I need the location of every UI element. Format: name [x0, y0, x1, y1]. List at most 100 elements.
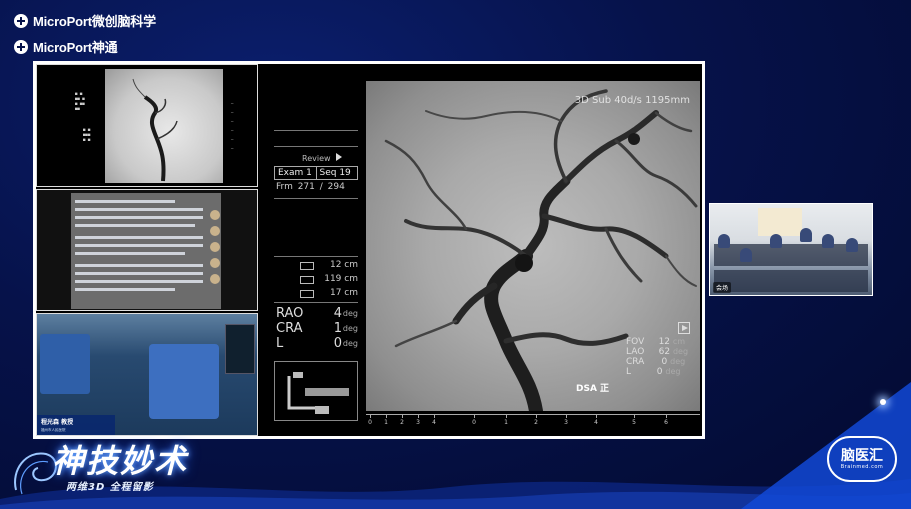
attendee	[846, 238, 858, 252]
sheet-row	[75, 272, 203, 275]
venue-tag: 会场	[713, 282, 732, 293]
program-branding: 神技妙术 两维3D 全程留影	[52, 444, 188, 493]
distance-value-1: 12 cm	[329, 260, 358, 270]
or-monitor	[225, 324, 255, 374]
rao-row: RAO 4 deg	[276, 306, 358, 321]
cra-value: 1	[333, 321, 342, 336]
deg-unit: deg	[342, 309, 358, 318]
audience-camera-feed[interactable]: 会场	[709, 203, 873, 296]
dsa-angiogram-image[interactable]: 3D Sub 40d/s 1195mm DSA 正 FOV 12 cm LAO …	[366, 81, 700, 411]
scale-tick-label: 1	[384, 419, 388, 426]
scale-tick	[474, 414, 475, 418]
scale-tick	[566, 414, 567, 418]
attendee	[740, 248, 752, 262]
sheet-row	[75, 208, 203, 211]
attendee	[800, 228, 812, 242]
divider	[274, 198, 358, 199]
sheet-row	[75, 224, 195, 227]
sheet-row	[75, 200, 175, 203]
deg-unit: deg	[342, 339, 358, 348]
scale-tick	[596, 414, 597, 418]
angiography-thumbnail[interactable]: ■ ■ ■■ ■ ■ ■■ ■■ ■ ■ ■■■ ■ ■ ─ ─ ─ ─ ─ ─	[36, 64, 258, 187]
desk-row	[714, 244, 868, 266]
sheet-row	[75, 216, 203, 219]
scale-axis	[366, 414, 700, 415]
main-video-frame: ■ ■■■ ■■ ■■■■ ■ ■■■■■ ■ ──────	[33, 61, 705, 439]
scale-tick	[402, 414, 403, 418]
source-thumbnail-column: ■ ■■■ ■■ ■■■■ ■ ■■■■■ ■ ──────	[36, 64, 258, 436]
surgeon-organization: 福州市人民医院	[41, 428, 66, 432]
exam-seq-box: Exam 1 Seq 19	[274, 166, 358, 180]
c-arm-position-diagram	[274, 361, 358, 421]
distance-value-2: 119 cm	[324, 274, 358, 284]
play-icon[interactable]	[336, 153, 342, 161]
surgeon-name: 程光森 教授	[41, 419, 74, 426]
detector-icon	[300, 262, 314, 270]
cra-row: CRA 1 deg	[276, 321, 358, 336]
fov-value: 12	[658, 337, 671, 347]
attendee	[770, 234, 782, 248]
sheet-row	[75, 244, 203, 247]
sheet-row	[75, 236, 203, 239]
fov-label: FOV	[626, 337, 645, 347]
table-height-icon	[300, 290, 314, 298]
scale-tick-label: 0	[472, 419, 476, 426]
program-subtitle: 两维3D 全程留影	[66, 482, 154, 493]
exam-number: Exam 1	[278, 168, 312, 178]
frame-counter: Frm 271 / 294	[276, 182, 345, 192]
brainmed-logo-url: Brainmed.com	[840, 463, 884, 470]
timeline-scale[interactable]: 0 1 2 3 4 0 1 2 3 4 5 6	[366, 414, 700, 430]
scale-tick-label: 2	[534, 419, 538, 426]
operating-room-thumbnail[interactable]: 程光森 教授 福州市人民医院	[36, 313, 258, 436]
microport-logo-icon	[14, 39, 28, 54]
scale-tick-label: 4	[432, 419, 436, 426]
program-title: 神技妙术	[52, 442, 189, 480]
brainmed-logo-text: 脑医汇	[841, 447, 883, 464]
sheet-row	[75, 288, 175, 291]
scale-tick-label: 0	[368, 419, 372, 426]
play-button-icon[interactable]	[678, 322, 690, 334]
cra2-value: 0	[661, 357, 668, 367]
desk-row	[714, 270, 868, 292]
scale-tick-label: 6	[664, 419, 668, 426]
thumb-readout-left-2: ■ ■ ■■■ ■ ■	[83, 127, 91, 142]
scale-tick-label: 4	[594, 419, 598, 426]
cra-label: CRA	[276, 321, 303, 336]
thumb-xray-image	[105, 69, 223, 183]
scale-tick	[536, 414, 537, 418]
workstation-thumbnail[interactable]	[36, 189, 258, 311]
scale-tick-label: 1	[504, 419, 508, 426]
dsa-viewer-panel[interactable]: Review Exam 1 Seq 19 Frm 271 / 294 12 cm…	[260, 64, 702, 436]
fov-unit: cm	[672, 337, 686, 346]
fov-readout: FOV 12 cm LAO 62 deg CRA 0 deg L 0 deg	[626, 337, 688, 377]
microport-shentong-logo: MicroPort神通	[14, 37, 118, 56]
scale-tick-label: 2	[400, 419, 404, 426]
brainmed-logo: 脑医汇 Brainmed.com	[827, 436, 897, 482]
sheet-row	[75, 264, 203, 267]
sheet-row	[75, 280, 203, 283]
scale-tick	[418, 414, 419, 418]
l2-label: L	[626, 367, 632, 377]
scale-tick-label: 3	[416, 419, 420, 426]
scale-tick	[634, 414, 635, 418]
surgeon-nameplate: 程光森 教授 福州市人民医院	[37, 415, 115, 435]
deg-unit: deg	[665, 367, 681, 376]
logo-text-shentong: MicroPort神通	[33, 40, 118, 55]
l-label: L	[276, 336, 284, 351]
back-wall-screen	[758, 208, 802, 236]
deg-unit: deg	[342, 324, 358, 333]
source-detector-icon	[300, 276, 314, 284]
microport-logo-icon	[14, 13, 28, 28]
scale-tick	[370, 414, 371, 418]
lao-label: LAO	[626, 347, 645, 357]
divider	[274, 146, 358, 147]
deg-unit: deg	[672, 347, 689, 356]
scale-tick	[506, 414, 507, 418]
l2-value: 0	[656, 367, 663, 377]
or-table-left	[40, 334, 90, 394]
thumb-readout-left: ■ ■ ■■ ■ ■ ■■ ■■	[75, 91, 85, 111]
microport-brain-logo: MicroPort微创脑科学	[14, 11, 156, 30]
deg-unit: deg	[670, 357, 686, 366]
or-table-right	[149, 344, 219, 419]
distance-value-3: 17 cm	[329, 288, 358, 298]
